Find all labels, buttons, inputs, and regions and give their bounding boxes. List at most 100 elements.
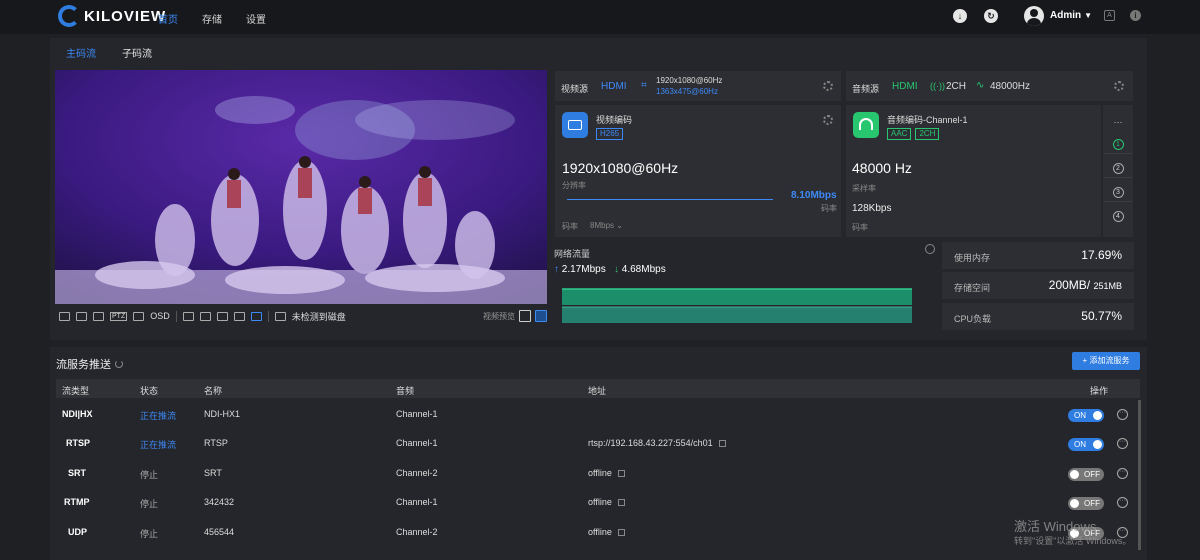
copy-icon[interactable]: [617, 470, 625, 478]
channel-2-label: 2: [1112, 163, 1124, 174]
table-row: SRT 停止 SRT Channel-2 offline OFF ···: [56, 459, 1140, 488]
histogram-icon[interactable]: [93, 311, 104, 321]
video-toolbar: PTZ OSD 未检测到磁盘 视频预览: [55, 306, 547, 326]
channel-4[interactable]: 4: [1104, 204, 1132, 226]
stream-toggle[interactable]: OFF: [1068, 468, 1104, 481]
video-preview[interactable]: [55, 70, 547, 304]
row-type: RTMP: [64, 497, 90, 507]
record-icon[interactable]: [274, 311, 286, 321]
stream-toggle[interactable]: ON: [1068, 409, 1104, 422]
layout-4-icon[interactable]: [76, 311, 87, 321]
bitrate-select[interactable]: 8Mbps ⌄: [590, 221, 623, 230]
gear-icon[interactable]: [823, 115, 833, 125]
gear-icon[interactable]: [1114, 81, 1124, 91]
nav-storage[interactable]: 存储: [202, 11, 222, 26]
stream-toggle[interactable]: ON: [1068, 438, 1104, 451]
col-state: 状态: [140, 386, 159, 396]
channel-3-label: 3: [1112, 187, 1124, 198]
audio-source-label: 音频源: [852, 84, 880, 94]
kiloview-logo[interactable]: KILOVIEW: [58, 5, 166, 27]
channel-3[interactable]: 3: [1104, 180, 1132, 202]
row-type: RTSP: [66, 438, 91, 448]
brightness-icon[interactable]: [182, 311, 194, 321]
video-source-card: 视频源 HDMI ⌗ 1920x1080@60Hz 1363x475@60Hz: [555, 71, 841, 101]
bitrate-sparkline: [567, 199, 773, 200]
snapshot-button[interactable]: [519, 310, 531, 322]
crop-icon[interactable]: [250, 311, 262, 321]
row-type: SRT: [68, 468, 86, 478]
cpu-label: CPU负载: [954, 314, 992, 324]
audio-encode-card: 音频编码-Channel-1 AAC 2CH 48000 Hz 采样率 128Kb…: [846, 105, 1101, 237]
gear-icon[interactable]: [823, 81, 833, 91]
headphones-icon: [853, 112, 879, 138]
bitrate-label: 码率: [821, 204, 837, 213]
logo-text: KILOVIEW: [84, 7, 167, 25]
channel-1[interactable]: 1: [1104, 132, 1132, 154]
layout-1-icon[interactable]: [59, 311, 70, 321]
logo-ring-icon: [58, 5, 80, 27]
windows-activation-watermark: 激活 Windows: [1014, 519, 1097, 534]
chevron-down-icon: ⌄: [616, 221, 623, 230]
more-options-icon[interactable]: ···: [1104, 111, 1132, 133]
sync-icon[interactable]: ↻: [984, 9, 998, 23]
nav-home[interactable]: 首页: [158, 11, 178, 26]
toolbar-divider: [267, 310, 269, 322]
row-address-cell: offline: [588, 468, 625, 478]
preview-toggle-button[interactable]: [535, 310, 547, 322]
more-icon[interactable]: ···: [1117, 497, 1128, 508]
row-address-cell: offline: [588, 527, 625, 537]
video-source-resolution: 1920x1080@60Hz: [656, 76, 723, 85]
col-name: 名称: [204, 386, 223, 396]
tab-main-stream[interactable]: 主码流: [66, 45, 96, 60]
info-icon[interactable]: i: [1130, 10, 1141, 21]
tab-sub-stream[interactable]: 子码流: [122, 45, 152, 60]
storage-value: 200MB/ 251MB: [1049, 278, 1122, 292]
download-icon[interactable]: ↓: [953, 9, 967, 23]
video-frame-image: [55, 70, 547, 304]
language-icon[interactable]: A: [1104, 10, 1115, 21]
rotate-icon[interactable]: [233, 311, 245, 321]
audio-bitrate-label: 码率: [852, 223, 868, 232]
copy-icon[interactable]: [617, 499, 625, 507]
more-icon[interactable]: ···: [1117, 438, 1128, 449]
nav-settings[interactable]: 设置: [246, 11, 266, 26]
copy-icon[interactable]: [617, 529, 625, 537]
video-source-sub-resolution: 1363x475@60Hz: [656, 87, 718, 96]
channel-2[interactable]: 2: [1104, 156, 1132, 178]
row-audio: Channel-2: [396, 468, 438, 478]
row-state: 停止: [140, 499, 159, 509]
more-icon[interactable]: ···: [1117, 468, 1128, 479]
add-stream-service-button[interactable]: + 添加流服务: [1072, 352, 1140, 370]
pulse-icon: ∿: [976, 80, 985, 91]
more-icon[interactable]: ···: [1117, 409, 1128, 420]
copy-icon[interactable]: [718, 440, 726, 448]
osd-icon[interactable]: [133, 311, 145, 321]
row-name: SRT: [204, 468, 222, 478]
audio-bitrate: 128Kbps: [852, 203, 892, 214]
audio-source-sample-rate: 48000Hz: [990, 81, 1031, 92]
resolution-label: 分辨率: [562, 181, 586, 190]
stream-toggle[interactable]: OFF: [1068, 497, 1104, 510]
top-bar: KILOVIEW 首页 存储 设置 ↓ ↻ Admin ▼ A i: [0, 0, 1200, 34]
bitrate-setting-label: 码率: [562, 222, 578, 231]
flip-icon[interactable]: [199, 311, 211, 321]
globe-icon[interactable]: [925, 244, 935, 254]
table-scrollbar[interactable]: [1138, 400, 1141, 550]
row-audio: Channel-1: [396, 438, 438, 448]
row-audio: Channel-1: [396, 497, 438, 507]
row-type: UDP: [68, 527, 88, 537]
osd-label[interactable]: OSD: [150, 311, 170, 321]
row-state: 停止: [140, 470, 159, 480]
audio-channel-tag: 2CH: [915, 128, 940, 140]
user-menu[interactable]: Admin ▼: [1050, 10, 1092, 21]
memory-label: 使用内存: [954, 253, 991, 263]
refresh-icon[interactable]: [115, 360, 123, 368]
codec-tag: H265: [596, 127, 627, 140]
ptz-button[interactable]: PTZ: [110, 311, 128, 321]
cpu-percent: 50.77%: [1081, 309, 1122, 323]
mirror-icon[interactable]: [216, 311, 228, 321]
bitrate-setting-value: 8Mbps: [590, 221, 615, 230]
network-up: ↑ 2.17Mbps: [554, 264, 606, 275]
codec-h265: H265: [596, 128, 624, 140]
avatar[interactable]: [1024, 6, 1044, 26]
